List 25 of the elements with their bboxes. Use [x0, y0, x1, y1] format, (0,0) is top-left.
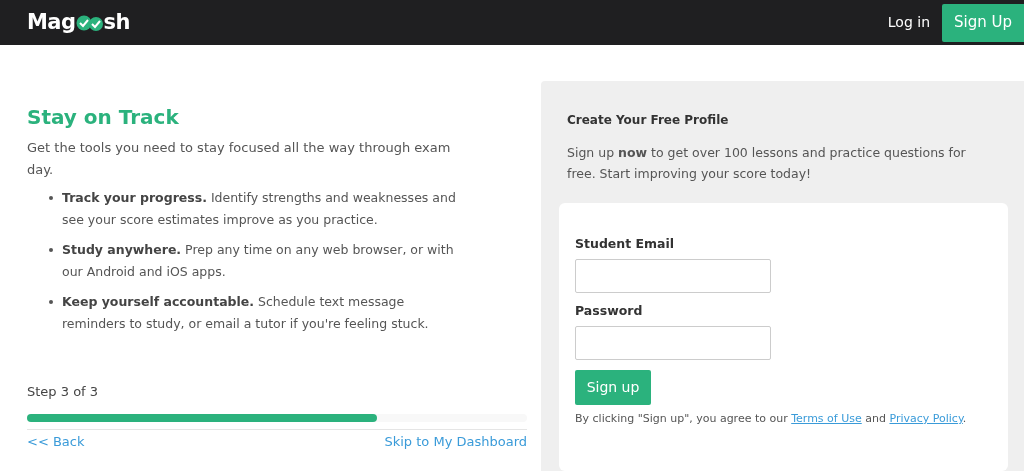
- intro-text: Get the tools you need to stay focused all the way through exam day.: [27, 139, 452, 179]
- panel-title: Create Your Free Profile: [567, 112, 730, 129]
- login-link[interactable]: Log in: [887, 12, 930, 33]
- signup-button[interactable]: Sign Up: [942, 3, 1024, 42]
- checkmarks-icon: [75, 14, 104, 31]
- panel-intro: Sign up now to get over 100 lessons and practice questions for free. Start improving your score today!: [567, 144, 967, 183]
- field-label: Password: [575, 303, 644, 319]
- bullet-text: Study anywhere. Prep any time on any web browser, or with our Android and iOS apps.: [62, 241, 455, 281]
- bullet-icon: [49, 196, 53, 200]
- terms-text: By clicking "Sign up", you agree to our Terms of Use and Privacy Policy.: [575, 411, 968, 427]
- dashboard-link[interactable]: Skip to My Dashboard: [384, 431, 527, 451]
- step-label: Step 3 of 3: [27, 382, 100, 401]
- field-label: Student Email: [575, 236, 676, 252]
- signup-submit-button[interactable]: Sign up: [575, 370, 651, 405]
- logo[interactable]: Mag sh: [27, 6, 130, 39]
- input-field[interactable]: [575, 259, 771, 293]
- bullet-text: Keep yourself accountable. Schedule text message reminders to study, or email a tutor if you're feeling stuck.: [62, 293, 430, 333]
- back-link[interactable]: << Back: [27, 431, 85, 451]
- privacy-link[interactable]: Privacy Policy: [889, 412, 963, 425]
- bullet-text: Track your progress. Identify strengths and weaknesses and see your score estimates improve as you practice.: [62, 189, 457, 229]
- bullet-icon: [49, 248, 53, 252]
- page-title: Stay on Track: [27, 104, 180, 131]
- bullet-icon: [49, 300, 53, 304]
- terms-link[interactable]: Terms of Use: [791, 412, 862, 425]
- input-field[interactable]: [575, 326, 771, 360]
